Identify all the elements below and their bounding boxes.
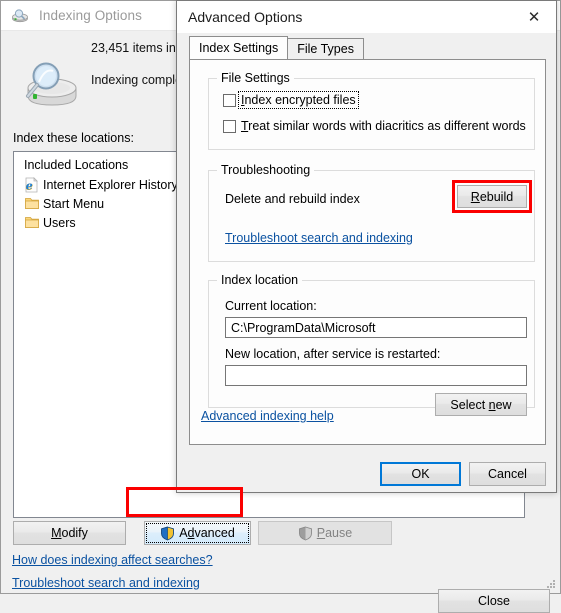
pause-button: Pause bbox=[258, 521, 392, 545]
rebuild-highlight-annotation bbox=[452, 180, 532, 213]
new-location-label: New location, after service is restarted… bbox=[225, 347, 441, 361]
delete-and-rebuild-index-label: Delete and rebuild index bbox=[225, 192, 360, 206]
close-button[interactable]: Close bbox=[438, 589, 550, 613]
advanced-options-titlebar: Advanced Options ✕ bbox=[177, 1, 556, 33]
index-location-group: Index location Current location: C:\Prog… bbox=[208, 273, 535, 416]
resize-grip-icon[interactable] bbox=[545, 578, 557, 590]
troubleshooting-group: Troubleshooting Delete and rebuild index… bbox=[208, 163, 535, 262]
troubleshooting-legend: Troubleshooting bbox=[217, 163, 315, 177]
current-location-label: Current location: bbox=[225, 299, 317, 313]
focus-rectangle: Index encrypted files bbox=[238, 91, 359, 109]
treat-diacritics-row[interactable]: Treat similar words with diacritics as d… bbox=[223, 119, 526, 133]
troubleshoot-search-and-indexing-link[interactable]: Troubleshoot search and indexing bbox=[12, 576, 200, 590]
folder-icon bbox=[25, 216, 39, 229]
shield-icon bbox=[160, 526, 175, 541]
select-new-button[interactable]: Select new bbox=[435, 393, 527, 416]
modify-button-label: Modify bbox=[51, 526, 88, 540]
shield-icon bbox=[298, 526, 313, 541]
advanced-options-title: Advanced Options bbox=[188, 9, 303, 25]
index-encrypted-files-row[interactable]: Index encrypted files bbox=[223, 91, 359, 109]
advanced-options-tabs: Index Settings File Types bbox=[189, 36, 364, 59]
select-new-button-label: Select new bbox=[450, 397, 512, 412]
modify-button[interactable]: Modify bbox=[13, 521, 126, 545]
treat-diacritics-label: Treat similar words with diacritics as d… bbox=[241, 119, 526, 133]
list-item-label: Start Menu bbox=[43, 196, 105, 211]
close-icon[interactable]: ✕ bbox=[512, 2, 556, 33]
file-settings-legend: File Settings bbox=[217, 71, 294, 85]
tab-file-types[interactable]: File Types bbox=[287, 38, 364, 59]
svg-text:e: e bbox=[26, 179, 33, 192]
index-encrypted-files-checkbox[interactable] bbox=[223, 93, 236, 107]
advanced-button-highlight-annotation bbox=[126, 487, 243, 517]
index-locations-label: Index these locations: bbox=[13, 131, 134, 145]
list-item-label: Internet Explorer History bbox=[43, 177, 178, 192]
ok-button[interactable]: OK bbox=[380, 462, 461, 486]
indexing-options-title: Indexing Options bbox=[39, 8, 142, 23]
index-location-legend: Index location bbox=[217, 273, 303, 287]
folder-icon bbox=[25, 197, 39, 210]
treat-diacritics-checkbox[interactable] bbox=[223, 119, 236, 133]
advanced-indexing-help-link[interactable]: Advanced indexing help bbox=[201, 409, 334, 423]
troubleshoot-search-and-indexing-link[interactable]: Troubleshoot search and indexing bbox=[225, 231, 413, 245]
indexed-drive-icon bbox=[19, 58, 81, 110]
advanced-options-dialog: Advanced Options ✕ Index Settings File T… bbox=[176, 0, 557, 493]
cancel-button[interactable]: Cancel bbox=[469, 462, 546, 486]
index-settings-panel: File Settings Index encrypted files Trea… bbox=[189, 59, 546, 445]
new-location-field[interactable] bbox=[225, 365, 527, 386]
index-encrypted-files-label: Index encrypted files bbox=[241, 93, 356, 107]
advanced-button[interactable]: Advanced bbox=[144, 521, 251, 545]
internet-explorer-icon: e e bbox=[24, 176, 39, 193]
file-settings-group: File Settings Index encrypted files Trea… bbox=[208, 71, 535, 150]
how-does-indexing-affect-searches-link[interactable]: How does indexing affect searches? bbox=[12, 553, 213, 567]
indexing-options-icon bbox=[11, 7, 29, 25]
tab-index-settings[interactable]: Index Settings bbox=[189, 36, 289, 59]
list-item-label: Users bbox=[43, 215, 76, 230]
screen: Indexing Options 23,451 items indexed In… bbox=[0, 0, 561, 613]
pause-button-label: Pause bbox=[316, 526, 353, 540]
current-location-field: C:\ProgramData\Microsoft bbox=[225, 317, 527, 338]
